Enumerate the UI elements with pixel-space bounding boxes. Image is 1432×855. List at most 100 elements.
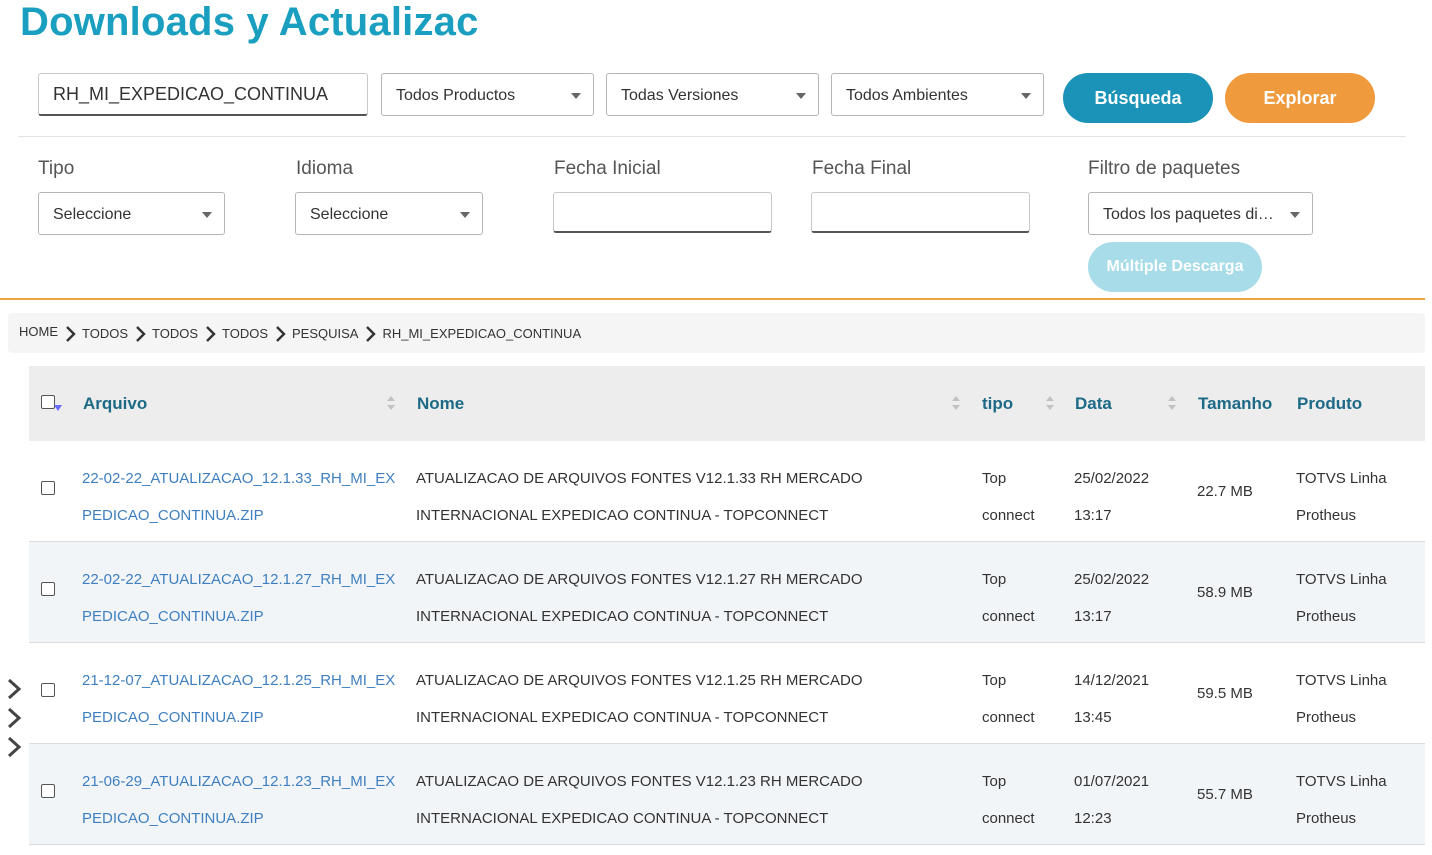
table-row: 21-12-07_ATUALIZACAO_12.1.25_RH_MI_EX PE… (29, 643, 1425, 744)
product-line: Protheus (1296, 709, 1357, 726)
package-name-line: INTERNACIONAL EXPEDICAO CONTINUA - TOPCO… (416, 507, 829, 524)
package-time-line: 12:23 (1074, 810, 1112, 827)
package-type: Top connect (982, 662, 1035, 736)
caret-down-icon (796, 93, 806, 99)
package-type-line: connect (982, 709, 1035, 726)
sort-icon[interactable] (951, 393, 961, 413)
file-name-line: PEDICAO_CONTINUA.ZIP (82, 709, 264, 726)
product-line: Protheus (1296, 810, 1357, 827)
file-link[interactable]: 22-02-22_ATUALIZACAO_12.1.27_RH_MI_EX PE… (82, 561, 395, 635)
file-name-line: 21-06-29_ATUALIZACAO_12.1.23_RH_MI_EX (82, 773, 396, 790)
fecha-final-input[interactable] (811, 192, 1030, 233)
caret-down-icon (1021, 93, 1031, 99)
breadcrumb-item[interactable]: TODOS (82, 326, 128, 341)
product-line: TOTVS Linha (1296, 470, 1387, 487)
package-date-line: 25/02/2022 (1074, 571, 1150, 588)
sort-icon[interactable] (1167, 393, 1177, 413)
table-row: 22-02-22_ATUALIZACAO_12.1.33_RH_MI_EX PE… (29, 441, 1425, 542)
versions-select-value: Todas Versiones (621, 87, 739, 104)
package-date-line: 14/12/2021 (1074, 672, 1150, 689)
product: TOTVS Linha Protheus (1296, 561, 1387, 635)
sort-icon[interactable] (386, 393, 396, 413)
caret-down-icon (460, 212, 470, 218)
column-header-tipo[interactable]: tipo (982, 394, 1013, 414)
package-date: 25/02/2022 13:17 (1074, 561, 1149, 635)
column-header-produto[interactable]: Produto (1297, 394, 1362, 414)
row-checkbox[interactable] (41, 582, 55, 596)
breadcrumb-item[interactable]: PESQUISA (292, 326, 358, 341)
package-date-line: 01/07/2021 (1074, 773, 1150, 790)
chevron-right-icon (276, 326, 286, 342)
column-header-arquivo[interactable]: Arquivo (83, 394, 147, 414)
package-name-line: INTERNACIONAL EXPEDICAO CONTINUA - TOPCO… (416, 608, 829, 625)
environments-select-value: Todos Ambientes (846, 87, 968, 104)
product-line: Protheus (1296, 507, 1357, 524)
divider (18, 136, 1406, 137)
paquetes-select-value: Todos los paquetes disponibles (1103, 206, 1298, 223)
chevron-right-icon (366, 326, 377, 342)
breadcrumb-item-home[interactable]: HOME (19, 324, 58, 339)
column-header-data[interactable]: Data (1075, 394, 1112, 414)
package-type-line: Top (982, 470, 1007, 487)
paquetes-label: Filtro de paquetes (1088, 158, 1241, 179)
table-row: 22-02-22_ATUALIZACAO_12.1.27_RH_MI_EX PE… (29, 542, 1425, 643)
idioma-select[interactable]: Seleccione (295, 192, 483, 235)
sort-icon[interactable] (1045, 393, 1055, 413)
row-checkbox[interactable] (41, 683, 55, 697)
column-header-nome[interactable]: Nome (417, 394, 464, 414)
fecha-inicial-label: Fecha Inicial (554, 158, 661, 179)
package-date-line: 25/02/2022 (1074, 470, 1150, 487)
package-type-line: Top (982, 571, 1007, 588)
tipo-select[interactable]: Seleccione (38, 192, 225, 235)
package-name-line: INTERNACIONAL EXPEDICAO CONTINUA - TOPCO… (416, 709, 829, 726)
package-time-line: 13:17 (1074, 608, 1112, 625)
product: TOTVS Linha Protheus (1296, 662, 1387, 736)
environments-select[interactable]: Todos Ambientes (831, 73, 1044, 116)
product: TOTVS Linha Protheus (1296, 763, 1387, 837)
package-name: ATUALIZACAO DE ARQUIVOS FONTES V12.1.27 … (416, 561, 863, 635)
file-size: 58.9 MB (1197, 584, 1253, 601)
chevron-right-icon (136, 326, 146, 342)
package-type-line: connect (982, 608, 1035, 625)
select-all-checkbox[interactable] (41, 395, 55, 409)
package-type: Top connect (982, 561, 1035, 635)
package-type-line: Top (982, 672, 1007, 689)
package-time-line: 13:45 (1074, 709, 1112, 726)
page-title: Downloads y Actualizac (20, 0, 479, 44)
table-header: Arquivo Nome tipo Data Tamanho Produto (29, 366, 1425, 441)
package-name-line: ATUALIZACAO DE ARQUIVOS FONTES V12.1.27 … (416, 571, 863, 588)
multiple-download-button[interactable]: Múltiple Descarga (1088, 242, 1262, 292)
package-date: 14/12/2021 13:45 (1074, 662, 1149, 736)
breadcrumb-item[interactable]: TODOS (222, 326, 268, 341)
file-name-line: PEDICAO_CONTINUA.ZIP (82, 507, 264, 524)
products-select-value: Todos Productos (396, 87, 516, 104)
idioma-label: Idioma (296, 158, 354, 179)
package-name-line: ATUALIZACAO DE ARQUIVOS FONTES V12.1.25 … (416, 672, 863, 689)
expand-panel-icon[interactable] (5, 676, 25, 760)
file-name-line: 22-02-22_ATUALIZACAO_12.1.27_RH_MI_EX (82, 571, 396, 588)
product: TOTVS Linha Protheus (1296, 460, 1387, 534)
paquetes-select[interactable]: Todos los paquetes disponibles (1088, 192, 1313, 235)
file-name-line: 21-12-07_ATUALIZACAO_12.1.25_RH_MI_EX (82, 672, 396, 689)
product-line: Protheus (1296, 608, 1357, 625)
file-size: 22.7 MB (1197, 483, 1253, 500)
fecha-inicial-input[interactable] (553, 192, 772, 233)
versions-select[interactable]: Todas Versiones (606, 73, 819, 116)
search-input[interactable]: RH_MI_EXPEDICAO_CONTINUA (38, 73, 368, 116)
breadcrumb-item[interactable]: TODOS (152, 326, 198, 341)
file-link[interactable]: 21-12-07_ATUALIZACAO_12.1.25_RH_MI_EX PE… (82, 662, 395, 736)
caret-down-icon (202, 212, 212, 218)
product-line: TOTVS Linha (1296, 773, 1387, 790)
products-select[interactable]: Todos Productos (381, 73, 594, 116)
file-name-line: PEDICAO_CONTINUA.ZIP (82, 810, 264, 827)
caret-down-icon[interactable] (54, 405, 62, 411)
file-link[interactable]: 21-06-29_ATUALIZACAO_12.1.23_RH_MI_EX PE… (82, 763, 395, 837)
column-header-tamanho[interactable]: Tamanho (1198, 394, 1272, 414)
product-line: TOTVS Linha (1296, 672, 1387, 689)
file-size: 55.7 MB (1197, 786, 1253, 803)
row-checkbox[interactable] (41, 481, 55, 495)
file-link[interactable]: 22-02-22_ATUALIZACAO_12.1.33_RH_MI_EX PE… (82, 460, 395, 534)
explore-button[interactable]: Explorar (1225, 73, 1375, 123)
row-checkbox[interactable] (41, 784, 55, 798)
search-button[interactable]: Búsqueda (1063, 73, 1213, 123)
